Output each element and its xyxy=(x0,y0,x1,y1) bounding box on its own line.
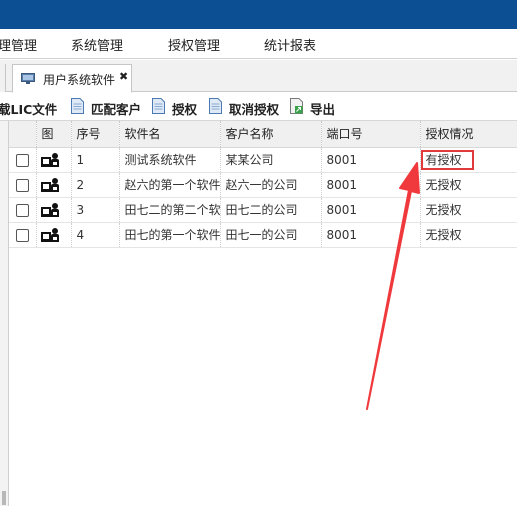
export-label: 导出 xyxy=(310,102,336,117)
row-index: 3 xyxy=(71,197,120,223)
menu-item-system[interactable]: 系统管理 xyxy=(71,35,123,54)
header-icon: 图 xyxy=(36,121,72,148)
main-menu-bar: 理管理 系统管理 授权管理 统计报表 xyxy=(0,29,517,59)
close-icon[interactable]: ✖ xyxy=(119,70,128,83)
user-software-icon xyxy=(40,177,59,192)
row-port: 8001 xyxy=(321,222,421,248)
user-software-icon xyxy=(40,152,59,167)
tab-bar: 用户系统软件 ✖ xyxy=(0,60,517,93)
row-checkbox[interactable] xyxy=(15,153,29,167)
document-icon xyxy=(71,98,84,114)
row-icon-cell xyxy=(36,222,72,248)
menu-item-license[interactable]: 授权管理 xyxy=(168,35,220,54)
app-title-bar xyxy=(0,0,517,29)
row-software-name: 田七二的第二个软件 xyxy=(119,197,221,223)
table-row[interactable]: 4 田七的第一个软件 田七一的公司 8001 无授权 xyxy=(9,222,517,248)
row-select[interactable] xyxy=(9,172,37,198)
row-customer-name: 赵六一的公司 xyxy=(220,172,322,198)
left-panel-edge xyxy=(0,121,9,506)
row-select[interactable] xyxy=(9,222,37,248)
user-software-icon xyxy=(40,227,59,242)
row-auth-status: 无授权 xyxy=(420,197,517,223)
row-auth-status: 无授权 xyxy=(420,172,517,198)
table-row[interactable]: 2 赵六的第一个软件 赵六一的公司 8001 无授权 xyxy=(9,172,517,198)
table-row[interactable]: 3 田七二的第二个软件 田七二的公司 8001 无授权 xyxy=(9,197,517,223)
export-icon xyxy=(290,98,303,114)
row-select[interactable] xyxy=(9,147,37,173)
row-software-name: 田七的第一个软件 xyxy=(119,222,221,248)
auth-status-highlight: 有授权 xyxy=(420,149,474,170)
row-select[interactable] xyxy=(9,197,37,223)
row-auth-status-cell: 有授权 xyxy=(420,147,517,173)
cancel-authorization-label: 取消授权 xyxy=(229,102,280,117)
row-software-name: 赵六的第一个软件 xyxy=(119,172,221,198)
software-table: 图 序号 软件名 客户名称 端口号 授权情况 1 测试系统软件 某某公司 800… xyxy=(9,121,517,248)
toolbar: 载LIC文件 匹配客户 授权 取消授权 导出 xyxy=(0,93,517,121)
header-port[interactable]: 端口号 xyxy=(321,121,421,148)
row-icon-cell xyxy=(36,147,72,173)
row-port: 8001 xyxy=(321,197,421,223)
row-index: 2 xyxy=(71,172,120,198)
load-lic-file-label: 载LIC文件 xyxy=(0,102,58,117)
document-icon xyxy=(209,98,222,114)
row-customer-name: 某某公司 xyxy=(220,147,322,173)
row-port: 8001 xyxy=(321,147,421,173)
row-software-name: 测试系统软件 xyxy=(119,147,221,173)
row-customer-name: 田七一的公司 xyxy=(220,222,322,248)
monitor-icon xyxy=(21,73,35,84)
table-header-row: 图 序号 软件名 客户名称 端口号 授权情况 xyxy=(9,121,517,148)
menu-item-reports[interactable]: 统计报表 xyxy=(264,35,316,54)
tab-previous-stub[interactable] xyxy=(0,64,6,92)
document-icon xyxy=(152,98,165,114)
row-icon-cell xyxy=(36,197,72,223)
header-auth-status[interactable]: 授权情况 xyxy=(420,121,517,148)
tab-label: 用户系统软件 xyxy=(43,73,116,87)
scrollbar-thumb[interactable] xyxy=(2,491,6,505)
row-checkbox[interactable] xyxy=(15,228,29,242)
header-index[interactable]: 序号 xyxy=(71,121,120,148)
row-port: 8001 xyxy=(321,172,421,198)
row-customer-name: 田七二的公司 xyxy=(220,197,322,223)
tab-user-system-software[interactable]: 用户系统软件 ✖ xyxy=(12,64,132,93)
authorize-label: 授权 xyxy=(172,102,198,117)
row-checkbox[interactable] xyxy=(15,203,29,217)
menu-item-management[interactable]: 理管理 xyxy=(0,35,37,54)
row-index: 1 xyxy=(71,147,120,173)
match-customer-label: 匹配客户 xyxy=(91,102,142,117)
row-auth-status: 无授权 xyxy=(420,222,517,248)
table-row[interactable]: 1 测试系统软件 某某公司 8001 有授权 xyxy=(9,147,517,173)
header-select xyxy=(9,121,37,148)
header-software-name[interactable]: 软件名 xyxy=(119,121,221,148)
header-customer-name[interactable]: 客户名称 xyxy=(220,121,322,148)
row-checkbox[interactable] xyxy=(15,178,29,192)
row-icon-cell xyxy=(36,172,72,198)
user-software-icon xyxy=(40,202,59,217)
row-index: 4 xyxy=(71,222,120,248)
